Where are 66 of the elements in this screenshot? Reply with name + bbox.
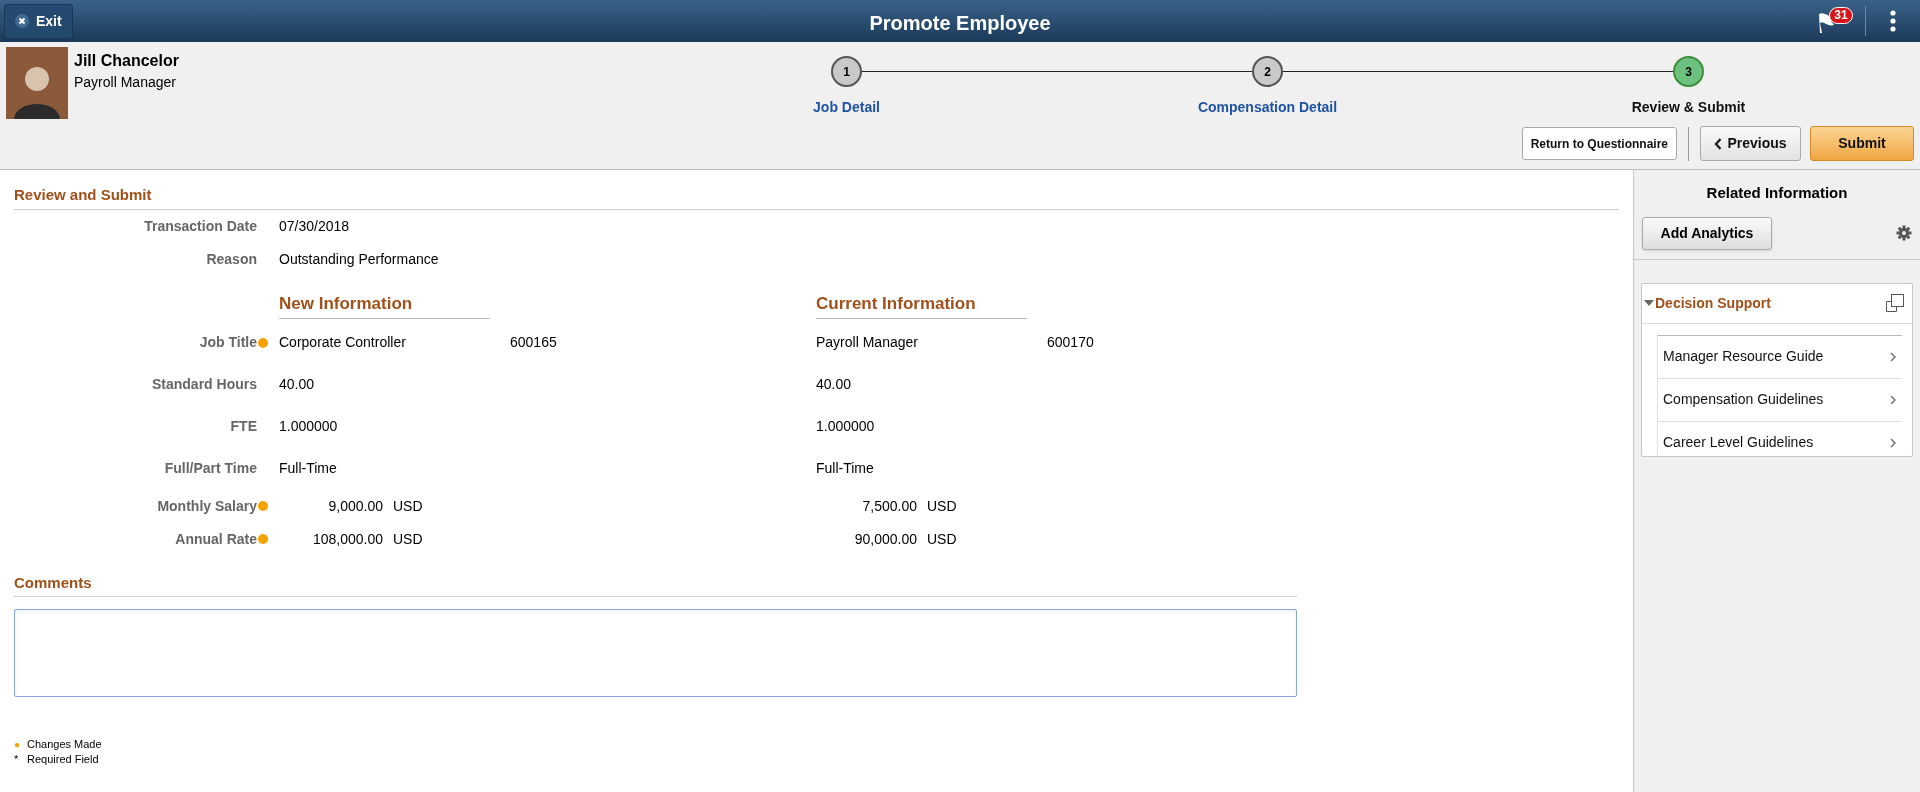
code-value: 600170 (1047, 333, 1094, 352)
currency-code: USD (393, 529, 423, 549)
amount-value: 9,000.00 (327, 496, 383, 516)
currency-code: USD (393, 496, 423, 516)
guide-link[interactable]: Career Level Guidelines (1658, 421, 1902, 456)
chevron-left-icon (1714, 137, 1723, 150)
currency-code: USD (927, 529, 957, 549)
employee-role: Payroll Manager (74, 73, 177, 92)
legend-label: Required Field (27, 752, 99, 768)
field-value: 07/30/2018 (279, 216, 350, 236)
previous-button[interactable]: Previous (1700, 126, 1801, 161)
caret-down-icon (1644, 300, 1654, 306)
exit-button[interactable]: Exit (4, 3, 73, 39)
chevron-right-icon (1890, 351, 1896, 362)
guide-link[interactable]: Manager Resource Guide (1658, 335, 1902, 379)
chevron-right-icon (1890, 394, 1896, 405)
field-label: FTE (229, 417, 257, 436)
changes-dot-symbol: ● (14, 738, 22, 752)
field-value: Corporate Controller (279, 333, 407, 352)
panel-title: Related Information (1705, 183, 1849, 203)
field-label: Standard Hours (151, 375, 257, 394)
required-asterisk: * (14, 752, 20, 768)
field-value: 1.000000 (279, 417, 339, 436)
amount-value: 108,000.00 (311, 529, 383, 549)
popout-button[interactable] (1886, 294, 1904, 312)
close-icon (15, 14, 29, 28)
field-label: Annual Rate (174, 529, 257, 549)
notifications-button[interactable]: 31 (1815, 6, 1855, 36)
legend-label: Changes Made (27, 737, 102, 753)
guide-link[interactable]: Compensation Guidelines (1658, 378, 1902, 422)
field-label: Transaction Date (143, 216, 257, 236)
amount-value: 7,500.00 (861, 496, 917, 516)
notification-count-badge: 31 (1829, 7, 1853, 24)
field-value: 1.000000 (816, 417, 876, 436)
code-value: 600165 (510, 333, 557, 352)
section-toggle[interactable]: Decision Support (1644, 292, 1771, 314)
comments-field[interactable] (14, 609, 1297, 697)
field-value: Full-Time (279, 459, 338, 478)
field-value: 40.00 (279, 375, 316, 394)
section-heading: Review and Submit (14, 184, 1619, 210)
section-heading: Comments (14, 571, 1297, 597)
popout-icon (1886, 294, 1904, 312)
kebab-menu-icon (1890, 10, 1896, 32)
field-value: Payroll Manager (816, 333, 919, 352)
step-label[interactable]: Compensation Detail (1197, 97, 1338, 118)
field-label: Reason (205, 249, 257, 269)
field-value: 40.00 (816, 375, 853, 394)
amount-value: 90,000.00 (853, 529, 917, 549)
column-heading: Current Information (816, 291, 1027, 319)
settings-icon (1896, 225, 1912, 241)
return-button[interactable]: Return to Questionnaire (1521, 127, 1677, 160)
column-heading: New Information (279, 291, 490, 319)
employee-name: Jill Chancelor (74, 51, 179, 71)
currency-code: USD (927, 496, 957, 516)
page-title: Promote Employee (869, 11, 1051, 36)
field-label: Full/Part Time (163, 459, 257, 478)
add-analytics-button[interactable]: Add Analytics (1642, 216, 1772, 250)
settings-button[interactable] (1896, 225, 1912, 241)
step-label: Review & Submit (1631, 98, 1746, 117)
field-value: Outstanding Performance (279, 249, 439, 269)
field-label: Job Title (198, 333, 257, 352)
field-value: Full-Time (816, 459, 875, 478)
chevron-right-icon (1890, 437, 1896, 448)
field-label: Monthly Salary (156, 496, 257, 516)
submit-button[interactable]: Submit (1810, 126, 1914, 161)
step-label[interactable]: Job Detail (813, 97, 880, 118)
